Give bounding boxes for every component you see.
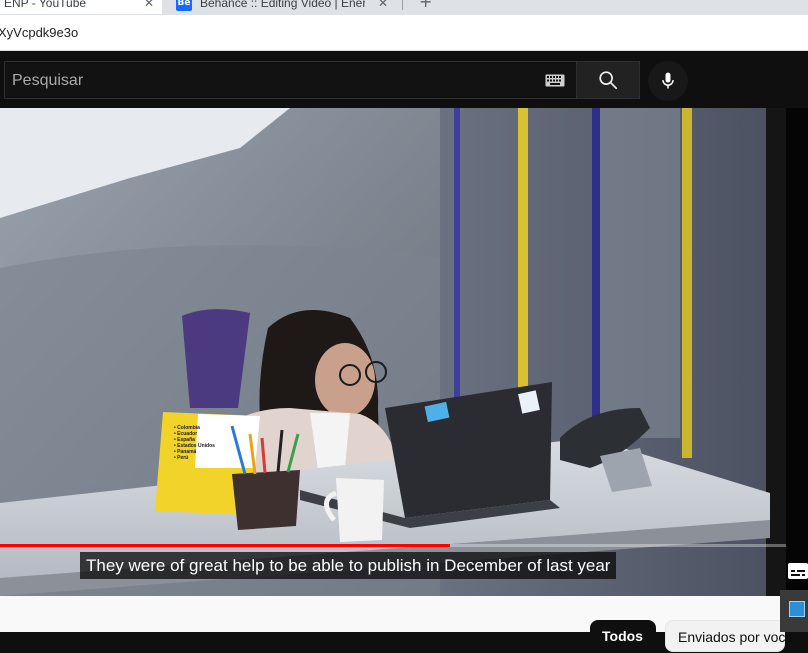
- app-icon: [789, 601, 805, 617]
- keyboard-icon[interactable]: [545, 74, 565, 87]
- yellow-stripe: [682, 108, 692, 458]
- video-player[interactable]: • Colombia • Ecuador • España • Estados Uni…: [0, 108, 786, 596]
- tab-close-icon[interactable]: ✕: [144, 0, 154, 10]
- chip-uploaded-by-you[interactable]: Enviados por você: [665, 620, 793, 652]
- progress-bar[interactable]: [0, 544, 786, 547]
- blue-stripe: [592, 108, 600, 438]
- voice-search-button[interactable]: [648, 61, 688, 101]
- url-text[interactable]: XyVcpdk9e3o: [0, 25, 78, 40]
- notebook-text-line: • Perú: [174, 455, 189, 461]
- pen-holder: [232, 470, 300, 530]
- search-input[interactable]: [5, 62, 534, 100]
- microphone-icon: [662, 72, 674, 89]
- subtitles-icon[interactable]: [788, 563, 808, 579]
- new-tab-icon[interactable]: +: [419, 0, 432, 11]
- search-button[interactable]: [576, 61, 640, 99]
- progress-bar-played: [0, 544, 451, 547]
- tab-title: ENP - YouTube: [4, 0, 87, 10]
- taskbar-app-icon[interactable]: [780, 590, 808, 632]
- person-face: [315, 343, 375, 417]
- video-frame: [0, 108, 786, 596]
- browser-tab-youtube[interactable]: ENP - YouTube ✕: [0, 0, 162, 14]
- search-box[interactable]: [4, 61, 576, 100]
- browser-tab-strip: ENP - YouTube ✕ Bē Behance :: Editing Vi…: [0, 0, 808, 15]
- chip-all[interactable]: Todos: [590, 620, 656, 652]
- behance-favicon-icon: Bē: [176, 0, 192, 11]
- tab-separator: [402, 0, 403, 10]
- youtube-header: [0, 51, 808, 108]
- tab-close-icon[interactable]: ✕: [378, 0, 388, 10]
- notebook-text: • Colombia • Ecuador • España • Estados Uni…: [174, 425, 215, 461]
- browser-tab-behance[interactable]: Bē Behance :: Editing Video | Energ ✕: [170, 0, 396, 14]
- search-icon: [599, 71, 618, 90]
- address-bar[interactable]: XyVcpdk9e3o: [0, 15, 808, 51]
- tab-title: Behance :: Editing Video | Energ: [200, 0, 365, 10]
- glass-panel: [600, 108, 680, 438]
- coffee-mug: [336, 478, 384, 542]
- video-caption: They were of great help to be able to pu…: [80, 552, 617, 579]
- below-player: Todos Enviados por você: [0, 596, 808, 652]
- office-chair: [182, 309, 250, 408]
- video-edge: [786, 108, 808, 596]
